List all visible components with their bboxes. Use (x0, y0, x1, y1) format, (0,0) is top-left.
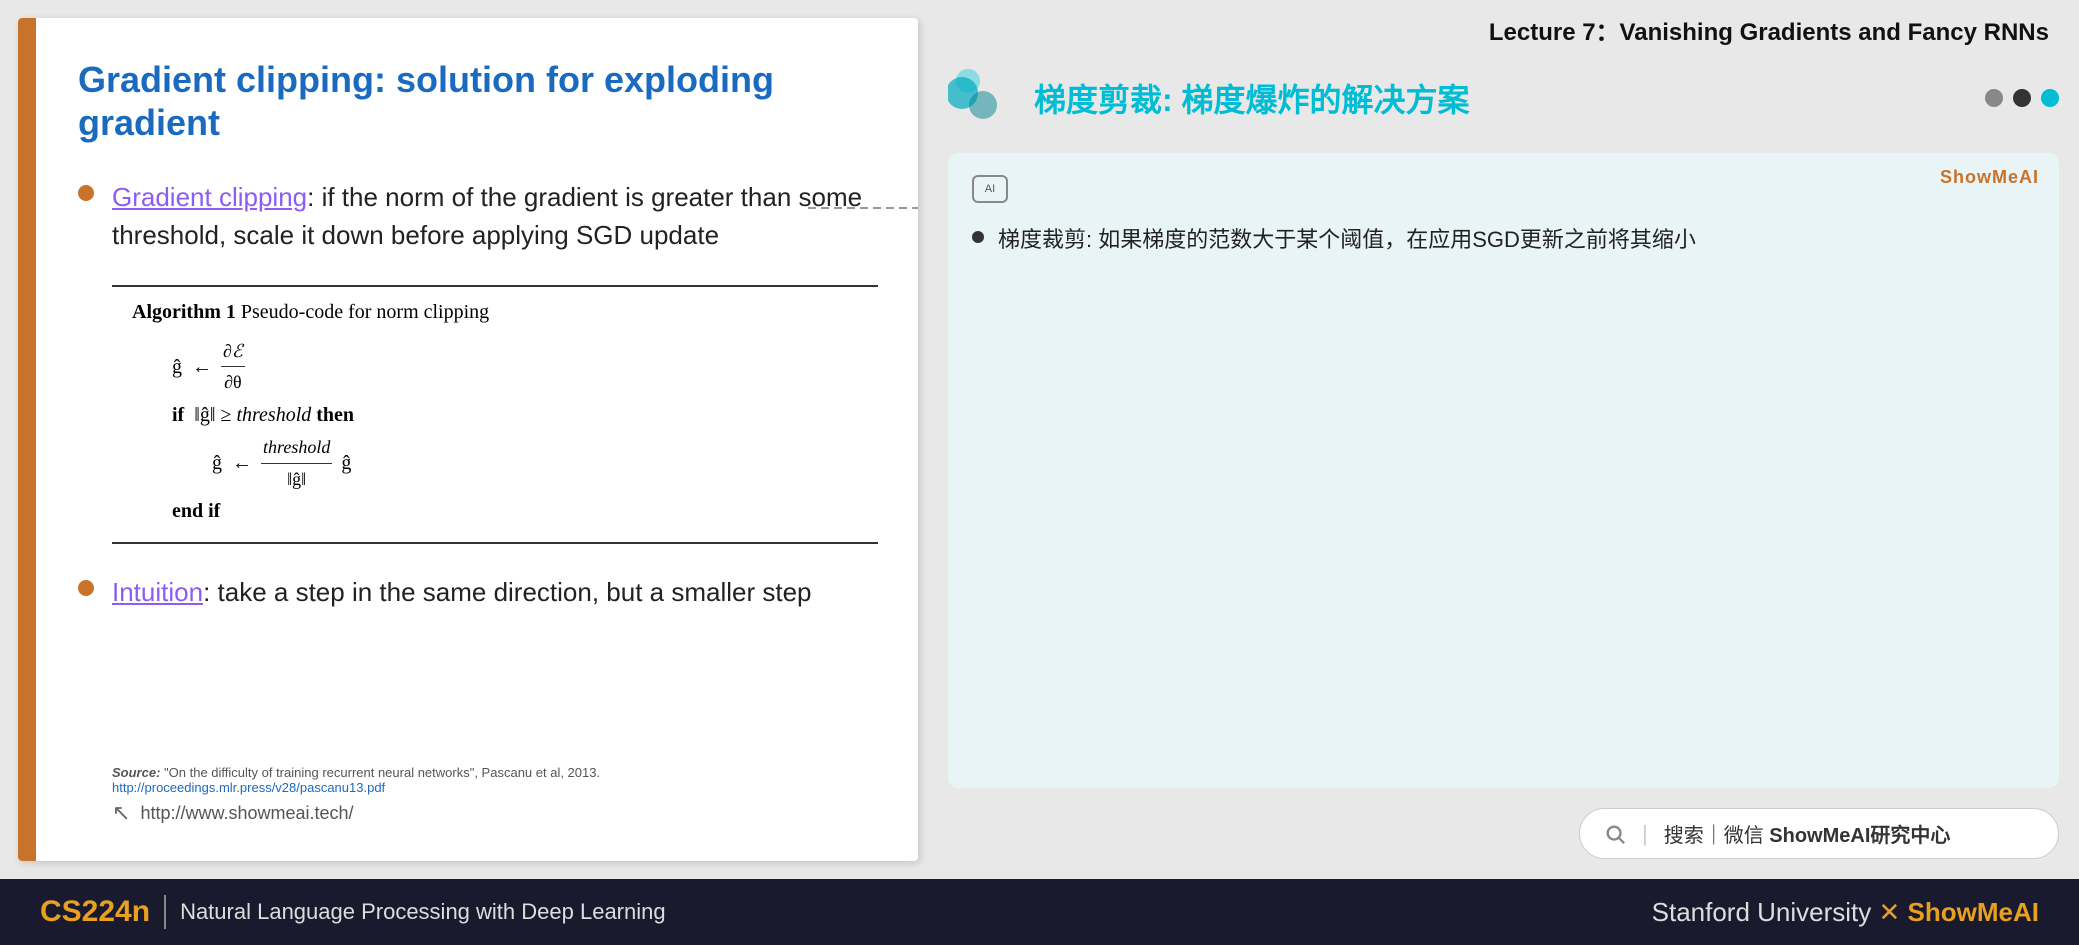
bullet-dot-1 (78, 185, 94, 201)
search-icon (1604, 823, 1626, 845)
algo-title-bold: Algorithm 1 (132, 301, 236, 323)
slide-panel: Gradient clipping: solution for explodin… (18, 18, 918, 861)
slide-title: Gradient clipping: solution for explodin… (78, 58, 878, 144)
algo-frac-2: threshold ‖ĝ‖ (261, 432, 332, 494)
brand-x: ✕ (1879, 897, 1908, 927)
lecture-header: Lecture 7：Vanishing Gradients and Fancy … (948, 0, 2059, 63)
nav-dot-1[interactable] (1985, 89, 2003, 107)
nav-dot-3[interactable] (2041, 89, 2059, 107)
algo-frac: ∂ℰ ∂θ (221, 336, 245, 398)
translation-box: ShowMeAI AI 梯度裁剪: 如果梯度的范数大于某个阈值，在应用SGD更新… (948, 153, 2059, 788)
bottom-left: CS224n Natural Language Processing with … (40, 895, 666, 929)
ai-icon: AI (972, 175, 1008, 203)
source-text: "On the difficulty of training recurrent… (164, 765, 600, 780)
source-line: Source: "On the difficulty of training r… (112, 765, 858, 795)
topic-title-cn: 梯度剪裁: 梯度爆炸的解决方案 (1034, 75, 1470, 121)
frac2-numerator: threshold (261, 432, 332, 464)
showmeai-badge: ShowMeAI (1940, 167, 2039, 188)
frac-numerator: ∂ℰ (221, 336, 245, 368)
algo-threshold-1: threshold (236, 398, 311, 432)
algo-line-1: ĝ ← ∂ℰ ∂θ (132, 336, 858, 398)
search-divider: | (1642, 821, 1648, 847)
university-name: Stanford University (1652, 897, 1872, 927)
bullet2-rest: : take a step in the same direction, but… (203, 577, 811, 607)
slide-accent-bar (18, 18, 36, 861)
algo-g-hat: ĝ ← (172, 350, 217, 384)
gradient-clipping-link[interactable]: Gradient clipping (112, 182, 307, 212)
algo-if: if (172, 398, 184, 432)
trans-text: 梯度裁剪: 如果梯度的范数大于某个阈值，在应用SGD更新之前将其缩小 (998, 223, 1696, 257)
slide-bullets: Gradient clipping: if the norm of the gr… (78, 179, 878, 755)
course-name: Natural Language Processing with Deep Le… (180, 899, 666, 925)
topic-icon-svg (948, 63, 1018, 133)
slide-inner: Gradient clipping: solution for explodin… (48, 18, 918, 861)
bullet-item-1: Gradient clipping: if the norm of the gr… (78, 179, 878, 254)
footer-url: http://www.showmeai.tech/ (140, 803, 353, 824)
search-bar[interactable]: | 搜索｜微信 ShowMeAI研究中心 (1579, 808, 2059, 859)
algo-g-hat-3: ĝ (336, 446, 351, 480)
algo-then: then (316, 398, 354, 432)
algo-title: Algorithm 1 Pseudo-code for norm clippin… (132, 301, 858, 324)
algo-g-hat-2: ĝ ← (212, 446, 257, 480)
bottom-right: Stanford University ✕ ShowMeAI (1652, 897, 2039, 928)
search-brand: ShowMeAI研究中心 (1769, 825, 1950, 847)
algo-end-if: end if (172, 494, 220, 528)
nav-dots (1985, 89, 2059, 107)
bottom-divider (164, 895, 166, 929)
algo-title-normal: Pseudo-code for norm clipping (236, 301, 489, 323)
right-panel: Lecture 7：Vanishing Gradients and Fancy … (918, 0, 2079, 879)
main-content: Gradient clipping: solution for explodin… (0, 0, 2079, 879)
algorithm-box: Algorithm 1 Pseudo-code for norm clippin… (112, 285, 878, 544)
bottom-bar: CS224n Natural Language Processing with … (0, 879, 2079, 945)
bullet-text-1: Gradient clipping: if the norm of the gr… (112, 179, 878, 254)
algo-line-2: if ‖ĝ‖ ≥ threshold then (132, 398, 858, 432)
intuition-link[interactable]: Intuition (112, 577, 203, 607)
bullet-text-2: Intuition: take a step in the same direc… (112, 574, 812, 612)
course-code: CS224n (40, 895, 150, 929)
translation-bullet: 梯度裁剪: 如果梯度的范数大于某个阈值，在应用SGD更新之前将其缩小 (972, 223, 2035, 257)
trans-bullet-dot (972, 231, 984, 243)
algo-line-4: end if (132, 494, 858, 528)
brand-showmeai: ShowMeAI (1908, 897, 2039, 927)
search-prefix: 搜索｜微信 (1664, 825, 1770, 847)
url-line: ↖ http://www.showmeai.tech/ (112, 800, 858, 826)
algo-line-3: ĝ ← threshold ‖ĝ‖ ĝ (132, 432, 858, 494)
algo-norm: ‖ĝ‖ ≥ (194, 398, 236, 432)
slide-footer: Source: "On the difficulty of training r… (78, 755, 878, 841)
topic-card: 梯度剪裁: 梯度爆炸的解决方案 (948, 63, 2059, 133)
search-text: 搜索｜微信 ShowMeAI研究中心 (1664, 819, 1951, 848)
cursor-icon: ↖ (112, 800, 130, 826)
bullet-item-2: Intuition: take a step in the same direc… (78, 574, 878, 612)
bullet-dot-2 (78, 580, 94, 596)
source-url-link[interactable]: http://proceedings.mlr.press/v28/pascanu… (112, 780, 385, 795)
source-label: Source: (112, 765, 160, 780)
frac2-denominator: ‖ĝ‖ (285, 464, 308, 495)
nav-dot-2[interactable] (2013, 89, 2031, 107)
frac-denominator: ∂θ (222, 367, 244, 398)
